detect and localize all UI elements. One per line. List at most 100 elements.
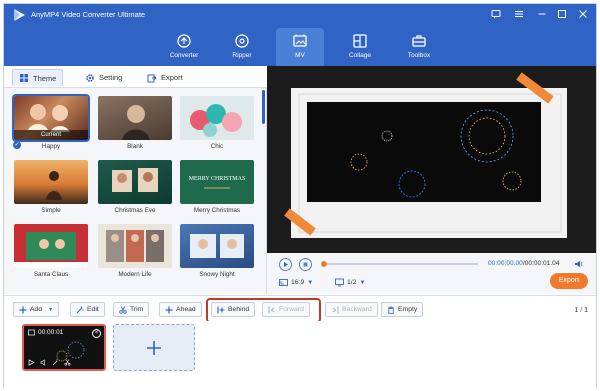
clip-item[interactable]: 00:00:01 ×	[22, 324, 106, 371]
add-button[interactable]: Add ▼	[13, 302, 60, 317]
theme-thumbnail: Current	[12, 94, 90, 142]
theme-item-christmas-eve[interactable]: Christmas Eve	[98, 160, 172, 214]
current-badge: Current	[14, 130, 88, 140]
add-clip-button[interactable]	[113, 324, 195, 371]
theme-icon	[20, 74, 28, 82]
clip-trim-icon[interactable]	[64, 359, 71, 366]
aspect-ratio-value: 16:9	[291, 279, 305, 286]
theme-name: Simple	[41, 207, 61, 214]
nav-mv[interactable]: MV	[276, 28, 324, 66]
maximize-icon[interactable]	[556, 8, 568, 20]
pager-separator: /	[580, 307, 583, 314]
minimize-icon[interactable]	[536, 8, 548, 20]
theme-thumbnail	[180, 224, 254, 268]
film-icon	[28, 329, 35, 336]
tab-setting[interactable]: Setting	[79, 69, 128, 86]
theme-item-modern-life[interactable]: Modern Life	[98, 224, 172, 278]
trim-label: Trim	[130, 306, 144, 313]
plus-icon	[19, 306, 27, 313]
theme-name: Santa Claus	[33, 271, 69, 278]
clip-audio-icon[interactable]	[40, 359, 47, 366]
theme-item-merry-christmas[interactable]: MERRY CHRISTMAS Merry Christmas	[180, 160, 254, 214]
menu-icon[interactable]	[513, 8, 525, 20]
add-label: Add	[30, 306, 43, 313]
stop-button[interactable]	[299, 258, 312, 271]
clip-strip: 00:00:01 ×	[4, 321, 596, 390]
trash-icon	[388, 306, 394, 314]
play-icon	[284, 262, 288, 267]
total-time: 00:00:01.04	[524, 260, 560, 267]
player-controls: 00:00:00.00/00:00:01.04 16:9 ▼ 1/2 ▼ Exp…	[267, 253, 596, 294]
theme-item-snowy-night[interactable]: Snowy Night	[180, 224, 254, 278]
theme-name: Blank	[127, 143, 143, 150]
theme-name: Modern Life	[118, 271, 152, 278]
tab-export[interactable]: Export	[141, 69, 189, 86]
aspect-ratio-select[interactable]: 16:9 ▼	[279, 278, 313, 287]
nav-converter[interactable]: Converter	[160, 28, 208, 66]
trim-button[interactable]: Trim	[113, 302, 150, 317]
app-title: AnyMP4 Video Converter Ultimate	[31, 10, 146, 19]
theme-thumbnail	[180, 96, 254, 140]
clip-play-icon[interactable]	[28, 359, 35, 366]
volume-icon[interactable]	[574, 259, 584, 269]
theme-thumbnail	[14, 160, 88, 204]
theme-item-blank[interactable]: Blank	[98, 96, 172, 150]
theme-scrollbar[interactable]	[262, 90, 265, 124]
export-button[interactable]: Export	[550, 273, 588, 289]
monitor-icon	[335, 278, 344, 287]
theme-item-simple[interactable]: Simple	[14, 160, 88, 214]
pager-total: 1	[584, 307, 588, 314]
nav-collage[interactable]: Collage	[336, 28, 384, 66]
theme-item-santa-claus[interactable]: Santa Claus	[14, 224, 88, 278]
clip-toolbar: Add ▼ Edit Trim Ahead Behind Forward Bac…	[4, 295, 596, 323]
tab-theme-label: Theme	[33, 73, 57, 83]
theme-name: Happy	[41, 143, 61, 150]
backward-label: Backward	[342, 306, 372, 313]
toolbox-icon	[412, 35, 426, 47]
ahead-button[interactable]: Ahead	[159, 302, 202, 317]
theme-thumbnail	[98, 160, 172, 204]
feedback-icon[interactable]	[490, 8, 502, 20]
clip-duration: 00:00:01	[28, 329, 63, 336]
page-select[interactable]: 1/2 ▼	[335, 278, 365, 287]
app-window: AnyMP4 Video Converter Ultimate Converte…	[3, 3, 597, 390]
selected-check-icon: ✓	[13, 141, 21, 149]
close-icon[interactable]	[577, 8, 589, 20]
ripper-icon	[235, 34, 249, 48]
title-bar: AnyMP4 Video Converter Ultimate	[4, 4, 596, 26]
theme-name: Merry Christmas	[193, 207, 241, 214]
chevron-down-icon: ▼	[48, 306, 54, 313]
theme-thumbnail	[98, 96, 172, 140]
plus-icon	[147, 340, 161, 355]
theme-item-happy[interactable]: Current Happy	[12, 94, 90, 150]
progress-bar[interactable]	[321, 261, 478, 267]
clip-effect-icon[interactable]	[52, 359, 59, 366]
panel-tabs: Theme Setting Export	[4, 66, 267, 88]
nav-ripper[interactable]: Ripper	[218, 28, 266, 66]
highlight-box	[206, 298, 321, 323]
backward-button[interactable]: Backward	[325, 302, 378, 317]
thumbnail-caption: MERRY CHRISTMAS	[189, 176, 246, 182]
empty-button[interactable]: Empty	[381, 302, 424, 317]
tab-theme[interactable]: Theme	[12, 69, 64, 86]
edit-button[interactable]: Edit	[70, 302, 105, 317]
tab-setting-label: Setting	[99, 73, 123, 82]
progress-knob[interactable]	[321, 261, 327, 267]
mv-icon	[293, 34, 307, 47]
tab-export-label: Export	[161, 73, 183, 82]
chevron-down-icon: ▼	[307, 279, 314, 286]
main-nav: Converter Ripper MV Collage Toolbox	[4, 28, 596, 66]
nav-label: MV	[295, 52, 305, 59]
plus-icon	[165, 306, 173, 313]
clip-duration-text: 00:00:01	[38, 329, 64, 336]
backward-icon	[332, 306, 339, 313]
nav-label: Ripper	[232, 52, 252, 59]
scissors-icon	[119, 305, 127, 314]
theme-thumbnail	[14, 224, 88, 268]
edit-label: Edit	[87, 306, 99, 313]
play-button[interactable]	[279, 258, 292, 271]
nav-toolbox[interactable]: Toolbox	[395, 28, 443, 66]
clip-actions	[28, 359, 71, 366]
clip-remove-icon[interactable]: ×	[92, 329, 101, 338]
theme-item-chic[interactable]: Chic	[180, 96, 254, 150]
